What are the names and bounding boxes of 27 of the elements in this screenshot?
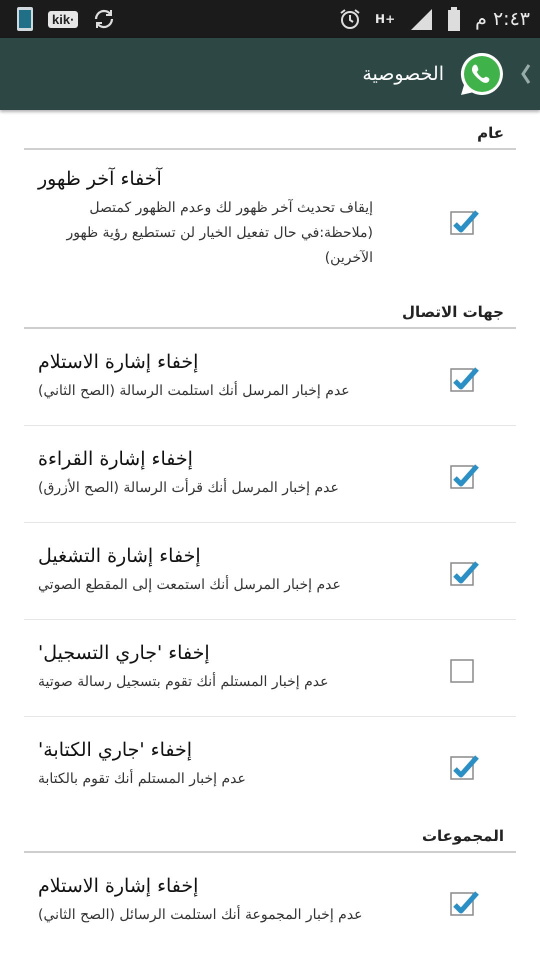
clock-time: ٢:٤٣ م (475, 8, 530, 30)
back-icon[interactable] (520, 62, 532, 86)
section-header: عام (477, 124, 504, 142)
battery-icon (447, 6, 462, 32)
network-type: H+ (375, 13, 396, 25)
alarm-icon (339, 8, 362, 30)
setting-title: إخفاء إشارة الاستلام (38, 350, 198, 372)
app-logo-icon[interactable] (458, 50, 506, 98)
setting-title: إخفاء 'جاري الكتابة' (38, 738, 192, 760)
setting-title: إخفاء إشارة القراءة (38, 448, 193, 470)
setting-title: إخفاء إشارة الاستلام (38, 874, 198, 896)
setting-summary: إيقاف تحديث آخر ظهور لك وعدم الظهور كمتصل (ملاحظة:في حال تفعيل الخيار لن تستطيع رؤية ظهور الآخرين) (64, 198, 373, 268)
setting-title: آخفاء آخر ظهور (38, 168, 162, 190)
setting-summary: عدم إخبار المرسل أنك استلمت الرسالة (الصح الثاني) (38, 380, 350, 400)
section-header: جهات الاتصال (402, 303, 504, 321)
setting-summary: عدم إخبار المجموعة أنك استلمت الرسائل (الصح الثاني) (38, 904, 363, 924)
section-header: المجموعات (422, 827, 504, 845)
app-notification-icon: kik· (48, 10, 78, 28)
setting-summary: عدم إخبار المستلم أنك تقوم بالكتابة (38, 768, 246, 788)
screen-title: الخصوصية (362, 63, 444, 85)
setting-summary: عدم إخبار المستلم أنك تقوم بتسجيل رسالة صوتية (38, 671, 328, 692)
setting-summary: عدم إخبار المرسل أنك قرأت الرسالة (الصح الأزرق) (38, 477, 339, 498)
tablet-icon (16, 6, 34, 32)
setting-summary: عدم إخبار المرسل أنك استمعت إلى المقطع الصوتي (38, 574, 341, 594)
setting-title: إخفاء إشارة التشغيل (38, 544, 201, 566)
signal-icon (409, 7, 434, 31)
setting-title: إخفاء 'جاري التسجيل' (38, 642, 210, 664)
